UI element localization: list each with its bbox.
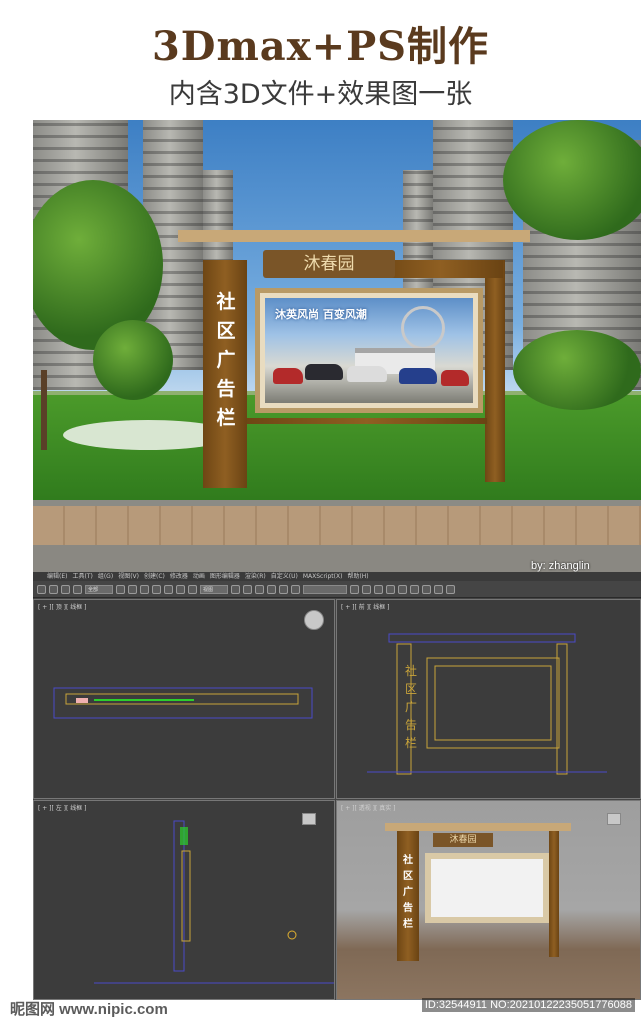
front-vertical-text: 社 区 广 告 栏 xyxy=(403,662,419,752)
persp-vertical-text: 社 区 广 告 栏 xyxy=(399,853,417,933)
viewport-left[interactable]: [ + ][ 左 ][ 线框 ] xyxy=(33,800,335,1000)
tree xyxy=(503,120,641,240)
menu-item[interactable]: MAXScript(X) xyxy=(303,572,343,581)
viewport-top[interactable]: [ + ][ 顶 ][ 线框 ] xyxy=(33,599,335,799)
menu-item[interactable]: 工具(T) xyxy=(72,572,92,581)
billboard-bottom-rail xyxy=(247,418,487,424)
selection-filter-dropdown[interactable]: 全部 xyxy=(85,584,113,594)
vertical-char: 社 xyxy=(216,291,236,313)
menu-item[interactable]: 视图(V) xyxy=(118,572,139,581)
pivot-icon[interactable] xyxy=(231,584,240,594)
main-toolbar: 全部 视图 xyxy=(33,581,641,598)
rotate-icon[interactable] xyxy=(176,584,185,594)
tree xyxy=(513,330,641,410)
vertical-char: 广 xyxy=(404,700,417,714)
vertical-char: 告 xyxy=(216,378,236,400)
render-credit: by: zhanglin xyxy=(531,560,590,572)
persp-sign: 沐春园 xyxy=(433,833,493,847)
menu-item[interactable]: 动画 xyxy=(193,572,205,581)
menu-item[interactable]: 编辑(E) xyxy=(47,572,67,581)
billboard-header-sign: 沐春园 xyxy=(263,250,395,278)
car-icon xyxy=(273,368,303,384)
layer-icon[interactable] xyxy=(374,584,383,594)
select-by-name-icon[interactable] xyxy=(128,584,137,594)
vertical-char: 区 xyxy=(403,871,413,882)
billboard-right-post xyxy=(485,260,505,482)
menu-bar: 编辑(E) 工具(T) 组(G) 视图(V) 创建(C) 修改器 动画 图形编辑… xyxy=(33,572,641,581)
mirror-icon[interactable] xyxy=(350,584,359,594)
snap-icon[interactable] xyxy=(255,584,264,594)
viewcube-icon[interactable] xyxy=(607,813,621,825)
vertical-char: 告 xyxy=(403,903,413,914)
front-view-wireframe xyxy=(367,633,607,775)
named-selection-dropdown[interactable] xyxy=(303,584,347,594)
percent-snap-icon[interactable] xyxy=(279,584,288,594)
page-subtitle: 内含3D文件+效果图一张 xyxy=(168,79,473,110)
vertical-char: 栏 xyxy=(216,407,236,429)
menu-item[interactable]: 自定义(U) xyxy=(271,572,298,581)
align-icon[interactable] xyxy=(362,584,371,594)
menu-item[interactable]: 创建(C) xyxy=(144,572,165,581)
vertical-char: 社 xyxy=(404,664,417,678)
menu-item[interactable]: 图形编辑器 xyxy=(210,572,240,581)
render-image: 沐春园 社 区 广 告 栏 沐英风尚 百变风潮 by: zhanglin xyxy=(33,120,641,572)
redo-icon[interactable] xyxy=(49,584,58,594)
viewport-perspective[interactable]: [ + ][ 透视 ][ 真实 ] 沐春园 社 区 广 告 栏 xyxy=(336,800,641,1000)
reference-coord-dropdown[interactable]: 视图 xyxy=(200,584,228,594)
image-id: ID:32544911 NO:20210122235051776088 xyxy=(421,998,635,1012)
vertical-char: 区 xyxy=(404,682,417,696)
vertical-char: 栏 xyxy=(403,919,413,930)
billboard-poster: 沐英风尚 百变风潮 xyxy=(265,298,473,403)
select-icon[interactable] xyxy=(116,584,125,594)
vertical-char: 广 xyxy=(216,349,236,371)
car-icon xyxy=(399,368,437,384)
angle-snap-icon[interactable] xyxy=(267,584,276,594)
menu-item[interactable]: 帮助(H) xyxy=(347,572,368,581)
persp-roof xyxy=(385,823,571,831)
vertical-char: 栏 xyxy=(404,736,417,750)
manipulate-icon[interactable] xyxy=(243,584,252,594)
schematic-icon[interactable] xyxy=(398,584,407,594)
curve-editor-icon[interactable] xyxy=(386,584,395,594)
material-editor-icon[interactable] xyxy=(410,584,419,594)
ferris-wheel xyxy=(401,306,445,350)
billboard-vertical-text: 社 区 广 告 栏 xyxy=(213,288,239,433)
watermark: 昵图网 www.nipic.com xyxy=(10,1001,168,1018)
link-icon[interactable] xyxy=(61,584,70,594)
tree xyxy=(93,320,173,400)
car-icon xyxy=(347,366,387,382)
3dsmax-window: 编辑(E) 工具(T) 组(G) 视图(V) 创建(C) 修改器 动画 图形编辑… xyxy=(33,572,641,1000)
undo-icon[interactable] xyxy=(37,584,46,594)
render-icon[interactable] xyxy=(446,584,455,594)
viewport-label[interactable]: [ + ][ 透视 ][ 真实 ] xyxy=(341,803,396,812)
vertical-char: 区 xyxy=(216,320,236,342)
persp-board xyxy=(425,853,549,923)
move-icon[interactable] xyxy=(164,584,173,594)
region-select-icon[interactable] xyxy=(140,584,149,594)
window-crossing-icon[interactable] xyxy=(152,584,161,594)
billboard-display: 沐英风尚 百变风潮 xyxy=(255,288,483,413)
render-frame-icon[interactable] xyxy=(434,584,443,594)
billboard-roof xyxy=(178,230,530,242)
top-view-wireframe xyxy=(53,687,313,719)
vertical-char: 告 xyxy=(404,718,417,732)
page-title: 3Dmax+PS制作 xyxy=(151,23,490,70)
poster-title: 沐英风尚 百变风潮 xyxy=(275,308,367,321)
persp-right-post xyxy=(549,831,559,957)
viewport-front[interactable]: [ + ][ 前 ][ 线框 ] 社 区 广 告 栏 xyxy=(336,599,641,799)
vertical-char: 社 xyxy=(403,855,413,866)
billboard-crossbar xyxy=(378,260,503,278)
car-icon xyxy=(305,364,343,380)
menu-item[interactable]: 渲染(R) xyxy=(245,572,266,581)
scale-icon[interactable] xyxy=(188,584,197,594)
left-view-wireframe xyxy=(94,820,334,984)
car-icon xyxy=(441,370,469,386)
spinner-snap-icon[interactable] xyxy=(291,584,300,594)
menu-item[interactable]: 组(G) xyxy=(98,572,113,581)
menu-item[interactable]: 修改器 xyxy=(170,572,188,581)
vertical-char: 广 xyxy=(403,887,413,898)
render-setup-icon[interactable] xyxy=(422,584,431,594)
tree-trunk xyxy=(41,370,47,450)
unlink-icon[interactable] xyxy=(73,584,82,594)
